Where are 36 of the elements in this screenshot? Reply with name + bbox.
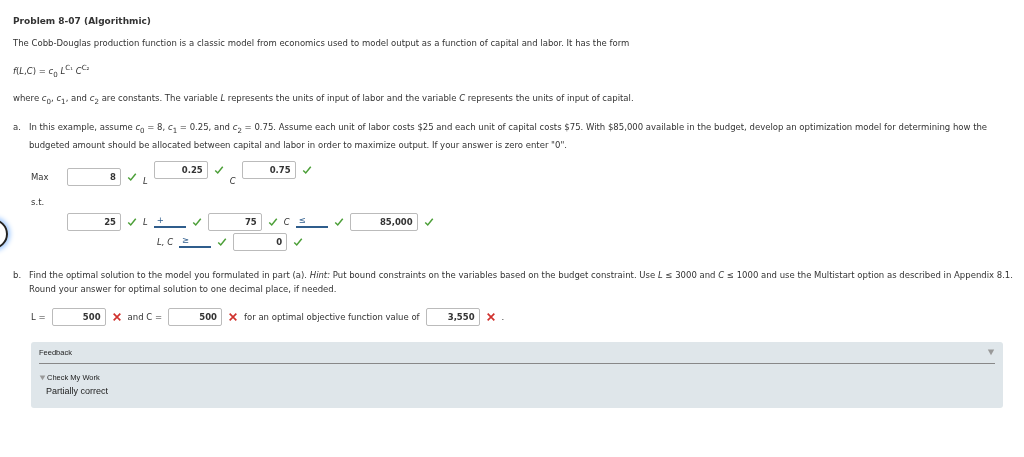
input-field[interactable]: 0 bbox=[233, 232, 288, 251]
answer-label: for an optimal objective function value of bbox=[244, 311, 420, 322]
input-field[interactable]: 0.25 bbox=[153, 160, 208, 179]
input-field[interactable]: 500 bbox=[51, 307, 106, 326]
variable-label: L bbox=[143, 216, 148, 227]
variable-label: L bbox=[143, 175, 148, 186]
variable-label: C bbox=[229, 175, 236, 186]
part-label: a. bbox=[13, 121, 21, 135]
triangle-down-icon[interactable] bbox=[987, 348, 995, 357]
intro-text: The Cobb-Douglas production function is a classic model from economics used to model output as a function of capital and labor. It has the form bbox=[13, 37, 631, 50]
period-text: . bbox=[501, 311, 505, 322]
operator-dropdown[interactable]: + bbox=[153, 215, 186, 229]
part-label: b. bbox=[13, 268, 22, 282]
input-field[interactable]: 500 bbox=[168, 307, 222, 326]
part-text: In this example, assume c$_{0}$ = 8, c$_{1}$ = 0.25, and c$_{2}$ = 0.75. Assume each unit of labor costs $25 and each unit of capital costs $75. With $85,000 available in the budget, develop an optimization model for determining how the budgeted amount should be allocated between capital and labor in order to maximize output. If your answer is zero enter "0". bbox=[28, 121, 989, 152]
input-field[interactable]: 3,550 bbox=[425, 307, 480, 326]
round-note: Round your answer for optimal solution to one decimal place, if needed. bbox=[29, 282, 338, 296]
input-field[interactable]: 75 bbox=[207, 212, 262, 231]
input-field[interactable]: 85,000 bbox=[349, 212, 418, 231]
operator-dropdown[interactable]: ≥ bbox=[179, 235, 212, 249]
max-label: Max bbox=[31, 171, 50, 182]
operator-dropdown[interactable]: ≤ bbox=[295, 215, 328, 229]
st-label: s.t. bbox=[31, 196, 46, 207]
input-field[interactable]: 0.75 bbox=[241, 160, 296, 179]
answer-label: and C = bbox=[127, 311, 162, 322]
where-text: where c$_{0}$, c$_{1}$, and c$_{2}$ are constants. The variable L represents the units of input of labor and the variable C represents the units of input of capital. bbox=[13, 91, 635, 108]
input-field[interactable]: 25 bbox=[67, 212, 121, 231]
formula-text: f(L,C) = c$_{0}$ L$^{C₁}$ C$^{C₂}$ bbox=[13, 62, 91, 81]
variable-label: L, C bbox=[157, 236, 174, 247]
variable-label: C bbox=[283, 216, 290, 227]
part-text: Find the optimal solution to the model you formulated in part (a). Hint: Put bound constraints on the variables based on the budget constraint. Use L ≤ 3000 and C ≤ 1000 and use the Multistart option as described in Appendix 8.1. bbox=[29, 268, 1014, 282]
result-text: Partially correct bbox=[46, 385, 109, 396]
problem-title: Problem 8-07 (Algorithmic) bbox=[13, 16, 152, 26]
triangle-down-icon[interactable] bbox=[39, 373, 46, 381]
input-field[interactable]: 8 bbox=[67, 167, 121, 186]
answer-label: L = bbox=[31, 311, 46, 322]
